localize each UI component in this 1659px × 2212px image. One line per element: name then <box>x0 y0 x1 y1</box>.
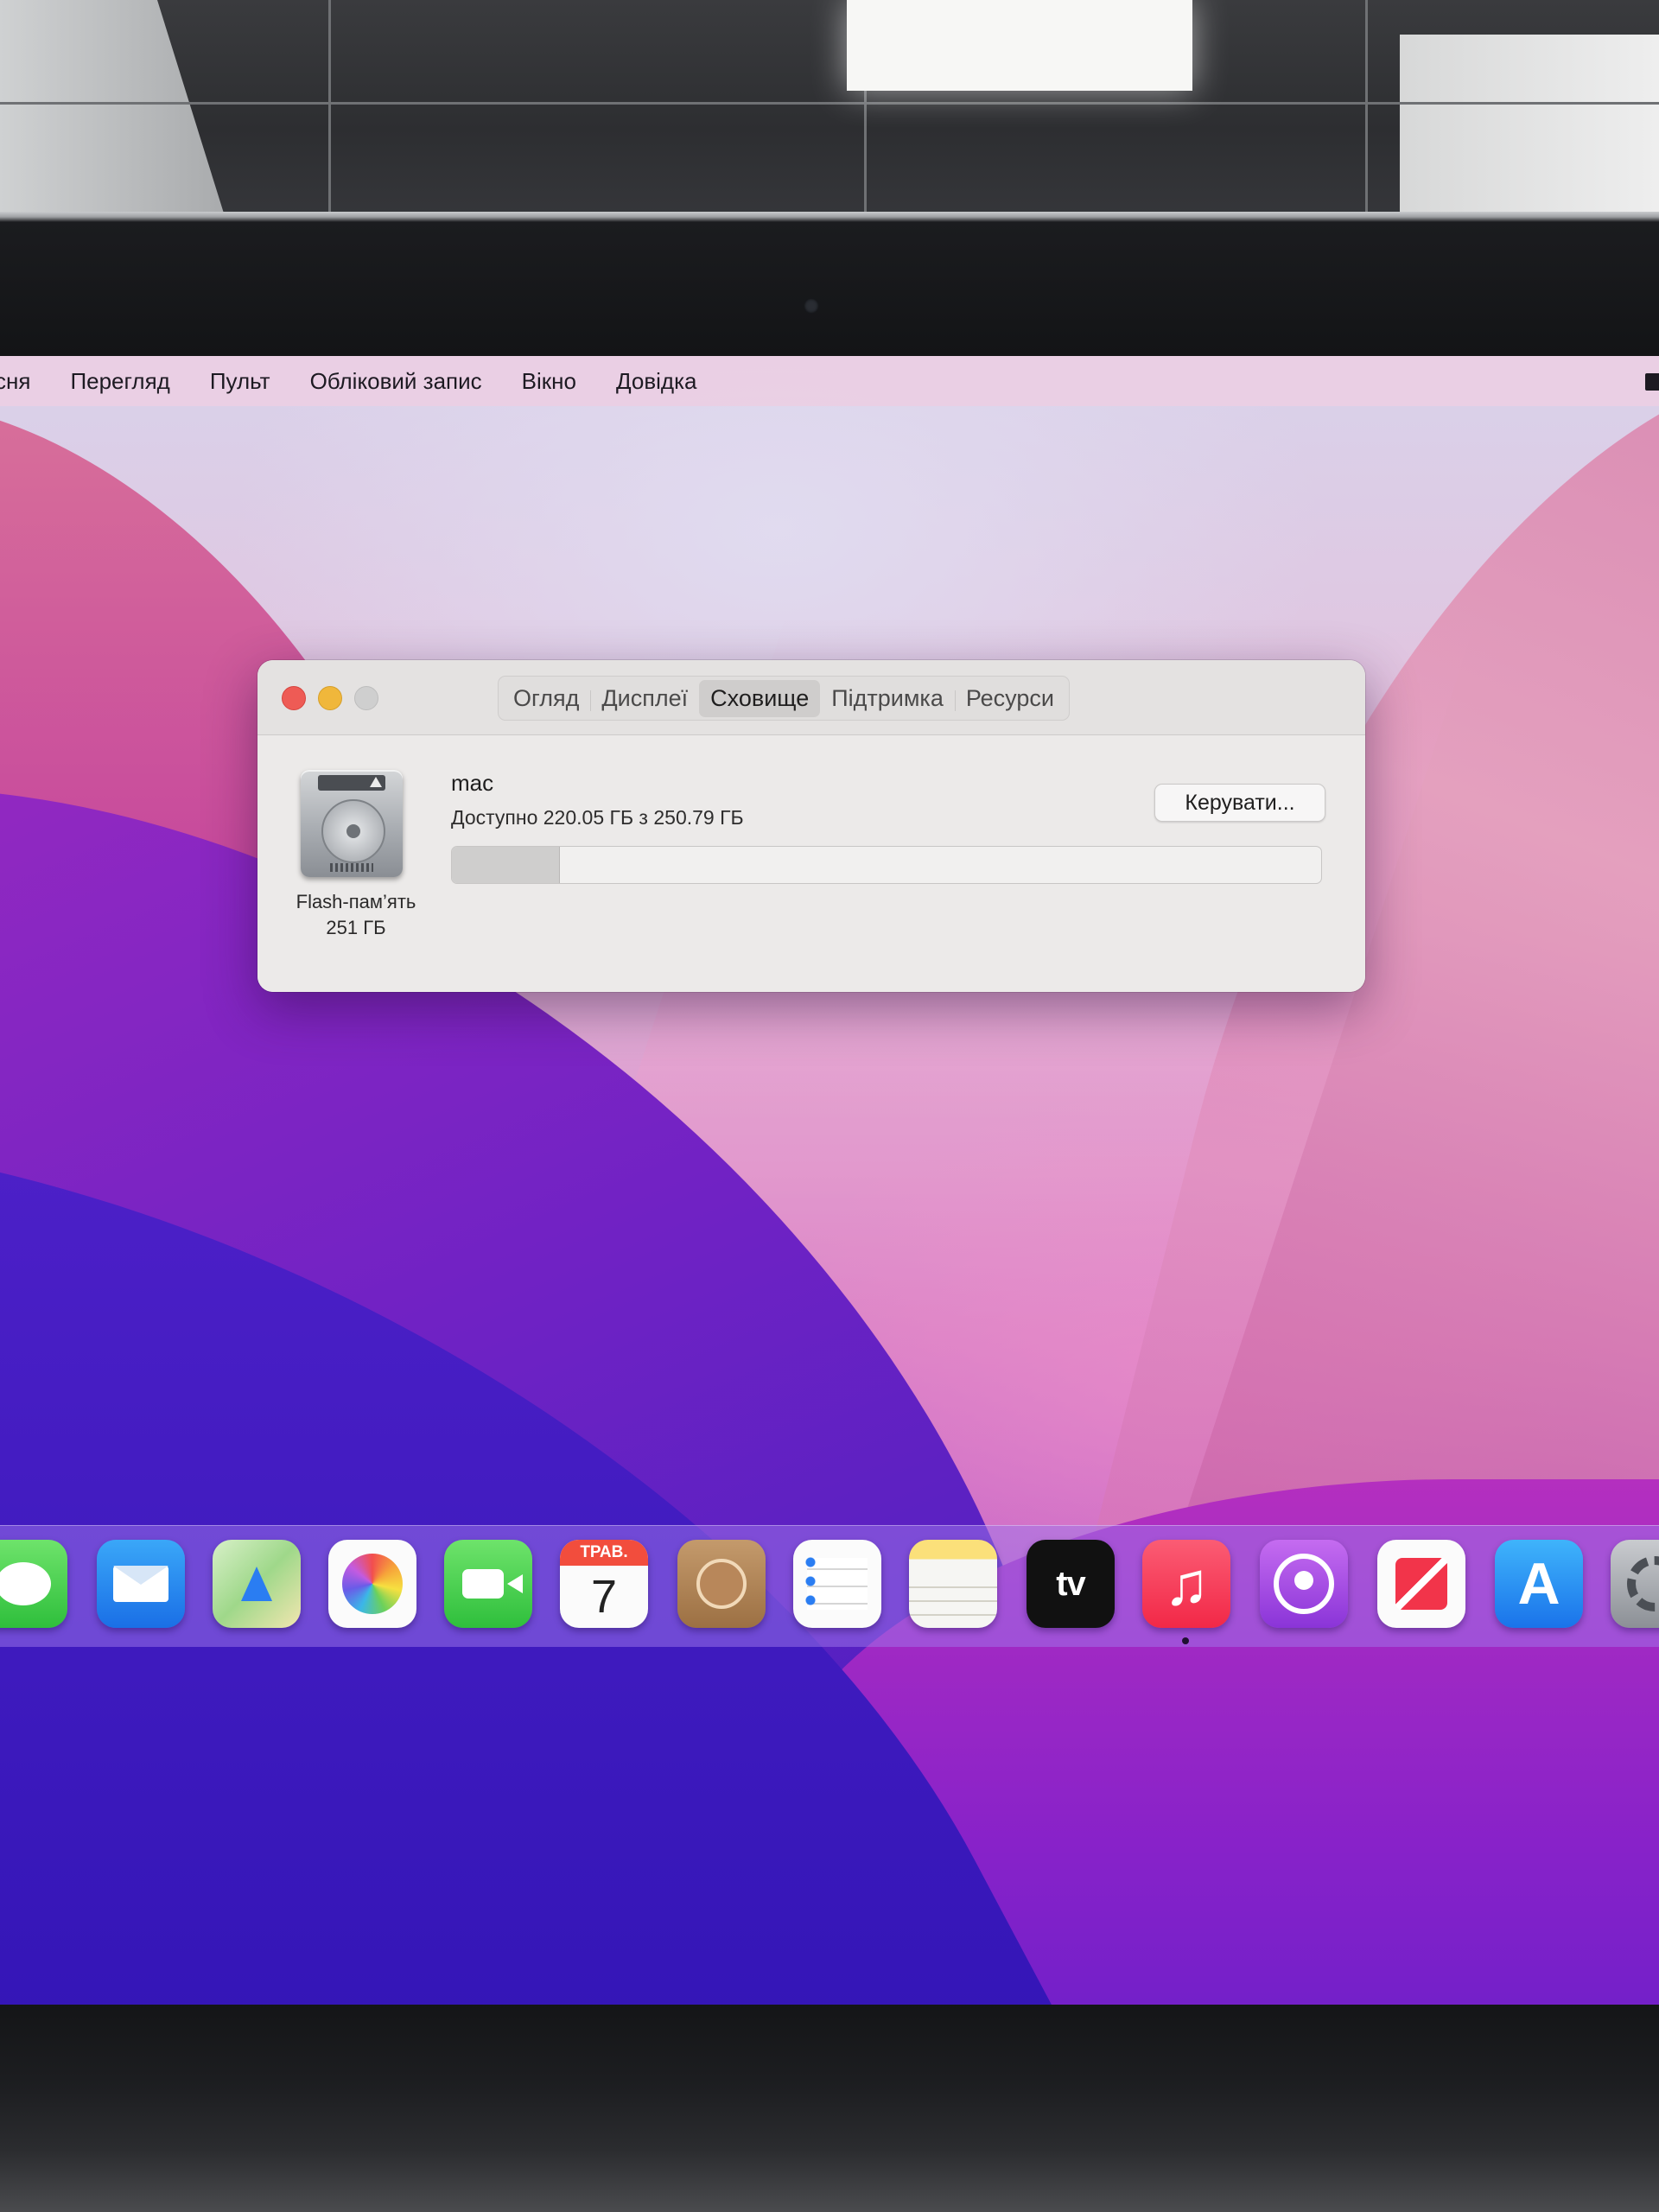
tab-displays[interactable]: Дисплеї <box>590 680 699 717</box>
ceiling-grid-line <box>1365 0 1368 216</box>
mail-icon[interactable] <box>97 1540 185 1628</box>
menu-bar: сня Перегляд Пульт Обліковий запис Вікно… <box>0 356 1659 406</box>
close-window-button[interactable] <box>282 686 306 710</box>
room-background <box>0 0 1659 216</box>
about-this-mac-window: Огляд Дисплеї Сховище Підтримка Ресурси … <box>257 660 1365 992</box>
news-icon[interactable] <box>1377 1540 1465 1628</box>
menu-item-help[interactable]: Довідка <box>616 368 697 395</box>
warning-triangle-icon <box>370 777 382 787</box>
messages-icon[interactable] <box>0 1540 67 1628</box>
laptop-bezel-top <box>0 212 1659 359</box>
storage-used-segment <box>452 847 560 883</box>
wall-right <box>1400 35 1659 216</box>
music-icon[interactable]: ♫ <box>1142 1540 1230 1628</box>
menu-item-view[interactable]: Перегляд <box>70 368 169 395</box>
disk-type-label: Flash-пам’ять <box>296 891 416 912</box>
menu-item-partial[interactable]: сня <box>0 368 30 395</box>
drive-vents <box>330 863 373 872</box>
system-preferences-icon[interactable] <box>1611 1540 1659 1628</box>
laptop-bezel-bottom <box>0 2005 1659 2212</box>
app-store-icon[interactable]: A <box>1495 1540 1583 1628</box>
apple-tv-label: tv <box>1056 1564 1086 1603</box>
window-titlebar[interactable]: Огляд Дисплеї Сховище Підтримка Ресурси <box>257 660 1365 735</box>
podcasts-icon[interactable] <box>1260 1540 1348 1628</box>
menu-item-control[interactable]: Пульт <box>210 368 270 395</box>
menu-item-account[interactable]: Обліковий запис <box>310 368 482 395</box>
facetime-icon[interactable] <box>444 1540 532 1628</box>
disk-caption: Flash-пам’ять 251 ГБ <box>270 889 442 941</box>
drive-spindle <box>345 823 362 840</box>
screen: сня Перегляд Пульт Обліковий запис Вікно… <box>0 356 1659 2006</box>
apple-tv-icon[interactable]: tv <box>1027 1540 1115 1628</box>
status-bar-icon[interactable] <box>1645 373 1659 391</box>
running-app-indicator <box>1182 1637 1189 1644</box>
tab-support[interactable]: Підтримка <box>820 680 955 717</box>
notes-icon[interactable] <box>909 1540 997 1628</box>
calendar-month: ТРАВ. <box>560 1540 648 1566</box>
camera-icon <box>804 298 819 314</box>
hard-drive-icon <box>301 770 403 877</box>
tab-overview[interactable]: Огляд <box>502 680 590 717</box>
storage-usage-bar <box>451 846 1322 884</box>
minimize-window-button[interactable] <box>318 686 342 710</box>
maps-icon[interactable] <box>213 1540 301 1628</box>
zoom-window-button[interactable] <box>354 686 378 710</box>
menu-item-window[interactable]: Вікно <box>522 368 576 395</box>
ceiling-light <box>847 0 1192 91</box>
wall-left <box>0 0 225 216</box>
calendar-day: 7 <box>590 1571 618 1623</box>
manage-storage-button[interactable]: Керувати... <box>1154 784 1325 822</box>
disk-capacity-label: 251 ГБ <box>326 917 386 938</box>
tab-bar: Огляд Дисплеї Сховище Підтримка Ресурси <box>498 676 1070 721</box>
photos-icon[interactable] <box>328 1540 416 1628</box>
ceiling-grid-line <box>328 0 331 216</box>
tab-storage[interactable]: Сховище <box>699 679 821 717</box>
contacts-icon[interactable] <box>677 1540 766 1628</box>
tab-resources[interactable]: Ресурси <box>954 680 1065 717</box>
storage-panel: Flash-пам’ять 251 ГБ mac Доступно 220.05… <box>257 735 1365 992</box>
reminders-icon[interactable] <box>793 1540 881 1628</box>
calendar-icon[interactable]: ТРАВ. 7 <box>560 1540 648 1628</box>
available-space-text: Доступно 220.05 ГБ з 250.79 ГБ <box>451 806 744 829</box>
ceiling-grid-line <box>0 102 1659 105</box>
volume-name: mac <box>451 770 494 796</box>
